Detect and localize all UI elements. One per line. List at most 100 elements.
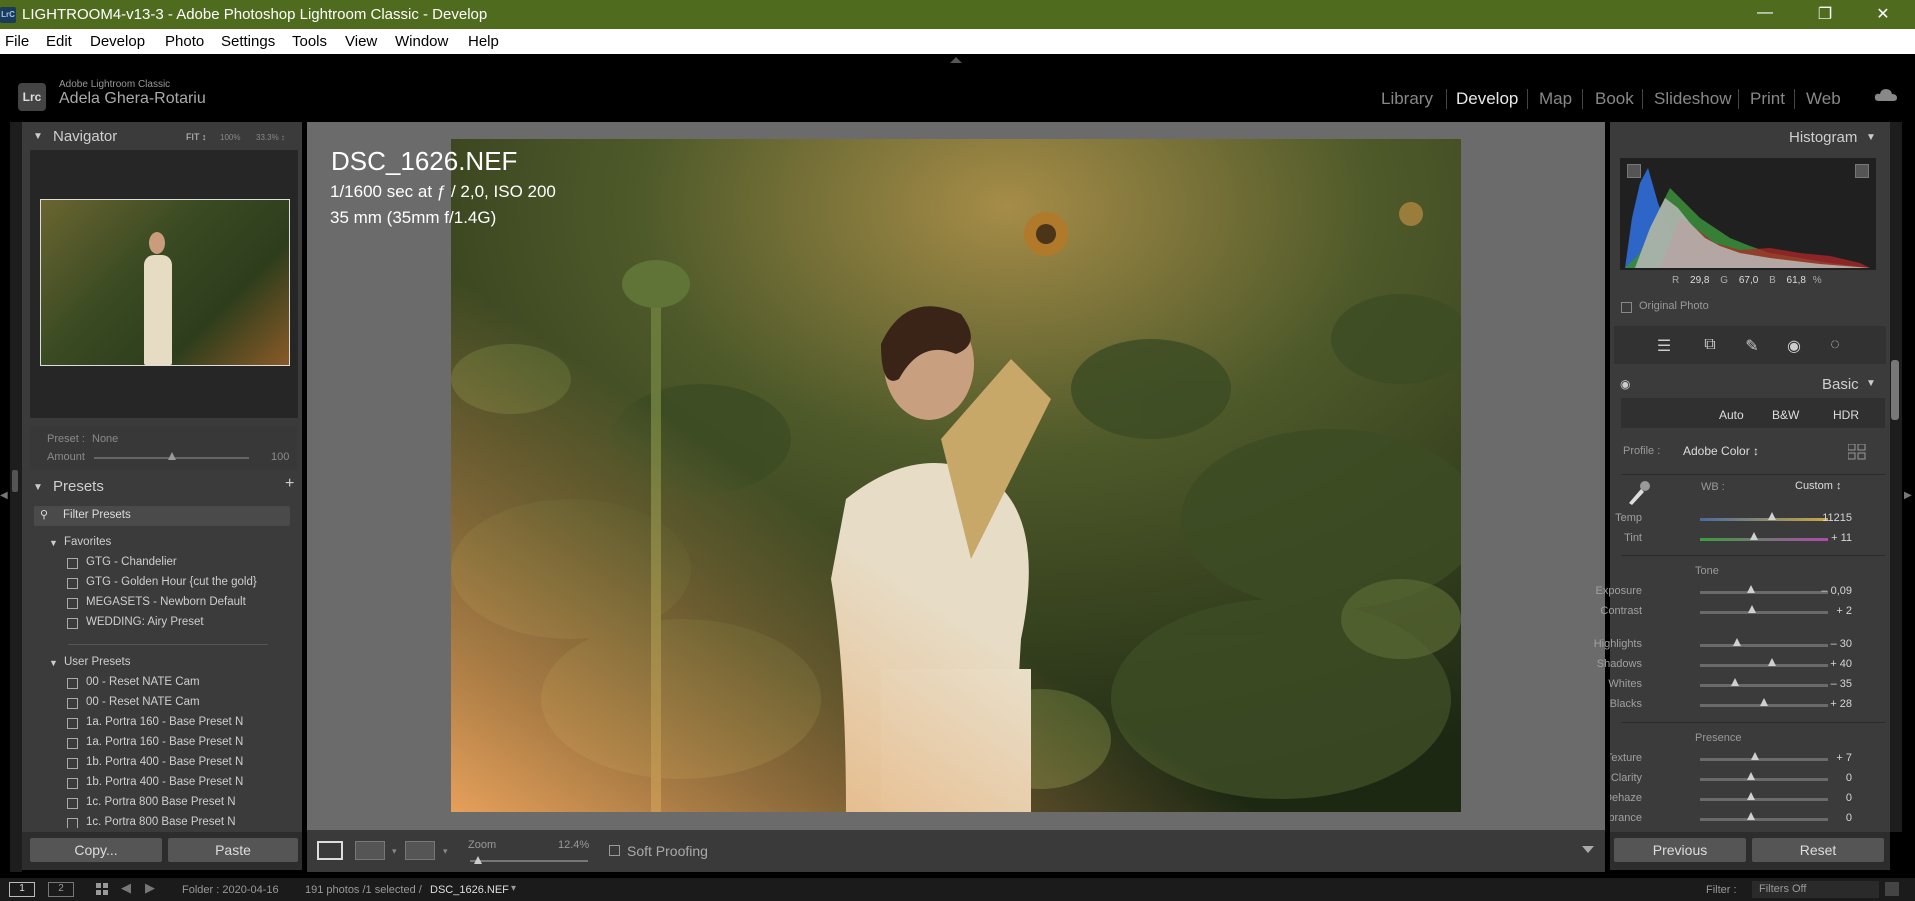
filename-dropdown-icon[interactable]: ▾ xyxy=(511,883,516,894)
right-panel-toggle-icon[interactable]: ▶ xyxy=(1904,490,1912,501)
menu-edit[interactable]: Edit xyxy=(46,33,72,50)
filter-select[interactable]: Filters Off xyxy=(1752,881,1879,898)
slider-value[interactable]: + 7 xyxy=(1836,752,1852,764)
slider-thumb[interactable] xyxy=(1747,585,1756,593)
visibility-eye-icon[interactable]: ◉ xyxy=(1620,377,1630,391)
navigator-preview[interactable] xyxy=(40,199,290,366)
zoom-slider[interactable] xyxy=(470,860,588,862)
healing-icon[interactable]: ✎ xyxy=(1741,336,1763,358)
cloud-icon[interactable] xyxy=(1874,88,1898,102)
before-after-menu-icon[interactable]: ▾ xyxy=(392,846,397,857)
add-preset-button[interactable]: + xyxy=(285,475,294,493)
slider-whites[interactable]: Whites – 35 xyxy=(1608,676,1900,694)
slider-vibrance[interactable]: Vibrance 0 xyxy=(1610,810,1900,828)
preset-item[interactable]: WEDDING: Airy Preset xyxy=(30,614,298,634)
slider-tint[interactable]: Tint + 11 xyxy=(1610,530,1900,548)
slider-track[interactable] xyxy=(1700,684,1828,687)
crop-icon[interactable]: ⧉ xyxy=(1699,336,1721,358)
navigator-collapse-icon[interactable]: ▼ xyxy=(33,131,43,142)
slider-value[interactable]: + 2 xyxy=(1836,605,1852,617)
hdr-button[interactable]: HDR xyxy=(1833,408,1859,422)
menu-view[interactable]: View xyxy=(345,33,377,50)
slider-thumb[interactable] xyxy=(1747,812,1756,820)
zoom-333[interactable]: 33.3% ↕ xyxy=(256,133,285,142)
bw-button[interactable]: B&W xyxy=(1772,408,1799,422)
close-button[interactable]: ✕ xyxy=(1868,4,1898,24)
swap-before-after-icon[interactable] xyxy=(405,841,435,860)
menu-photo[interactable]: Photo xyxy=(165,33,204,50)
profile-select[interactable]: Adobe Color ↕ xyxy=(1683,444,1759,458)
slider-track[interactable] xyxy=(1700,611,1828,614)
paste-button[interactable]: Paste xyxy=(168,838,298,862)
minimize-button[interactable]: — xyxy=(1750,4,1780,22)
basic-collapse-icon[interactable]: ▼ xyxy=(1866,378,1876,389)
menu-window[interactable]: Window xyxy=(395,33,448,50)
slider-value[interactable]: 0 xyxy=(1846,772,1852,784)
grid-view-icon[interactable] xyxy=(96,883,109,896)
reset-button[interactable]: Reset xyxy=(1752,838,1884,862)
presets-collapse-icon[interactable]: ▼ xyxy=(33,482,43,493)
preset-item[interactable]: 1b. Portra 400 - Base Preset N xyxy=(30,754,298,774)
slider-track[interactable] xyxy=(1700,778,1828,781)
slider-value[interactable]: 0 xyxy=(1846,792,1852,804)
module-library[interactable]: Library xyxy=(1381,89,1433,109)
slider-thumb[interactable] xyxy=(1730,678,1739,686)
menu-tools[interactable]: Tools xyxy=(292,33,327,50)
masking-icon[interactable]: ◌ xyxy=(1824,336,1846,358)
slider-value[interactable]: 11215 xyxy=(1822,512,1852,524)
slider-thumb[interactable] xyxy=(1749,532,1758,540)
menu-help[interactable]: Help xyxy=(468,33,499,50)
slider-value[interactable]: – 0,09 xyxy=(1821,585,1852,597)
preset-item[interactable]: 1b. Portra 400 - Base Preset N xyxy=(30,774,298,794)
slider-clarity[interactable]: Clarity 0 xyxy=(1610,770,1900,788)
swap-menu-icon[interactable]: ▾ xyxy=(443,846,448,857)
preset-item[interactable]: GTG - Chandelier xyxy=(30,554,298,574)
selected-filename[interactable]: DSC_1626.NEF xyxy=(430,884,509,896)
slider-dehaze[interactable]: Dehaze 0 xyxy=(1610,790,1900,808)
restore-button[interactable]: ❐ xyxy=(1810,4,1840,24)
slider-thumb[interactable] xyxy=(1767,658,1776,666)
back-arrow-icon[interactable]: ◀ xyxy=(121,880,131,896)
slider-track[interactable] xyxy=(1700,644,1828,647)
zoom-slider-thumb[interactable] xyxy=(474,856,482,864)
amount-slider-thumb[interactable] xyxy=(167,452,176,460)
slider-exposure[interactable]: Exposure – 0,09 xyxy=(1596,583,1900,601)
forward-arrow-icon[interactable]: ▶ xyxy=(145,880,155,896)
preset-item[interactable]: 1a. Portra 160 - Base Preset N xyxy=(30,734,298,754)
menu-develop[interactable]: Develop xyxy=(90,33,145,50)
copy-button[interactable]: Copy... xyxy=(30,838,162,862)
slider-highlights[interactable]: Highlights – 30 xyxy=(1594,636,1900,654)
slider-value[interactable]: – 30 xyxy=(1831,638,1852,650)
slider-track[interactable] xyxy=(1700,518,1828,521)
auto-button[interactable]: Auto xyxy=(1719,408,1744,422)
slider-shadows[interactable]: Shadows + 40 xyxy=(1597,656,1900,674)
slider-temp[interactable]: Temp 11215 xyxy=(1610,510,1900,528)
zoom-fit[interactable]: FIT ↕ xyxy=(186,132,206,142)
slider-thumb[interactable] xyxy=(1733,638,1742,646)
menu-settings[interactable]: Settings xyxy=(221,33,275,50)
main-photo[interactable] xyxy=(451,139,1461,812)
collapse-top-icon[interactable] xyxy=(950,57,962,63)
slider-thumb[interactable] xyxy=(1751,752,1760,760)
highlight-clipping-toggle[interactable] xyxy=(1855,164,1869,178)
module-web[interactable]: Web xyxy=(1806,89,1841,109)
slider-track[interactable] xyxy=(1700,664,1828,667)
loupe-view-icon[interactable] xyxy=(317,841,343,860)
preset-item[interactable]: 00 - Reset NATE Cam xyxy=(30,694,298,714)
red-eye-icon[interactable]: ◉ xyxy=(1783,336,1805,358)
before-after-icon[interactable] xyxy=(355,841,385,860)
wb-select[interactable]: Custom ↕ xyxy=(1795,480,1841,492)
slider-thumb[interactable] xyxy=(1760,698,1768,706)
slider-contrast[interactable]: Contrast + 2 xyxy=(1600,603,1900,621)
wb-eyedropper-icon[interactable] xyxy=(1625,477,1651,507)
preset-item[interactable]: 1a. Portra 160 - Base Preset N xyxy=(30,714,298,734)
shadow-clipping-toggle[interactable] xyxy=(1627,164,1641,178)
zoom-100[interactable]: 100% xyxy=(220,133,240,142)
edit-sliders-icon[interactable]: ☰ xyxy=(1653,336,1675,358)
original-photo-checkbox[interactable] xyxy=(1621,302,1632,313)
right-panel-scrollbar[interactable] xyxy=(1891,360,1899,420)
preset-item[interactable]: 00 - Reset NATE Cam xyxy=(30,674,298,694)
slider-blacks[interactable]: Blacks + 28 xyxy=(1610,696,1900,714)
slider-thumb[interactable] xyxy=(1767,512,1776,520)
preset-item[interactable]: GTG - Golden Hour {cut the gold} xyxy=(30,574,298,594)
